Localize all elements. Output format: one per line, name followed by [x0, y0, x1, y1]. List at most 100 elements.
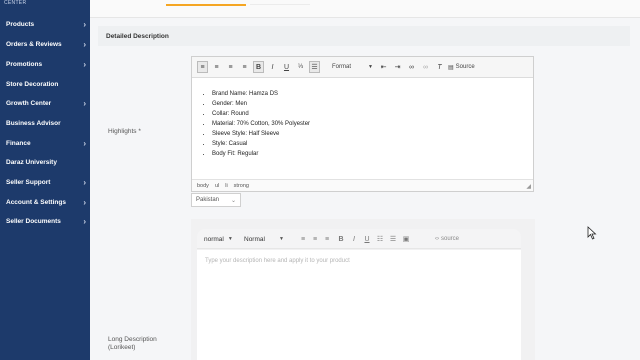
italic-icon[interactable]: I: [267, 61, 278, 73]
source-label: source: [441, 236, 460, 242]
sidebar-item-business-advisor[interactable]: Business Advisor: [0, 115, 90, 131]
unlink-icon[interactable]: ∞: [420, 61, 431, 73]
country-select-value: Pakistan: [196, 197, 220, 203]
chevron-right-icon: ›: [83, 39, 86, 49]
align-left-icon[interactable]: ≡: [197, 61, 208, 73]
style-dropdown-label: normal: [204, 235, 224, 243]
country-select[interactable]: Pakistan ⌄: [191, 193, 241, 207]
chevron-down-icon: ⌄: [230, 197, 236, 204]
source-button[interactable]: ‹› source: [435, 233, 459, 245]
sidebar: CENTER Products › Orders & Reviews › Pro…: [0, 0, 90, 360]
resize-handle-icon[interactable]: ◢: [526, 183, 531, 190]
bullet-list-icon[interactable]: ☰: [388, 233, 398, 245]
chevron-down-icon: ▼: [278, 236, 284, 242]
highlights-label: Highlights *: [108, 128, 141, 135]
section-header: Detailed Description: [98, 26, 630, 46]
sidebar-item-label: Seller Support: [6, 178, 51, 186]
underline-icon[interactable]: U: [362, 233, 372, 245]
section-title: Detailed Description: [106, 32, 169, 40]
italic-icon[interactable]: I: [349, 233, 359, 245]
chevron-right-icon: ›: [83, 197, 86, 207]
sidebar-item-promotions[interactable]: Promotions ›: [0, 56, 90, 72]
format-dropdown-label: Format: [332, 64, 352, 70]
bullet-list-icon[interactable]: ☰: [309, 61, 320, 73]
source-label: Source: [455, 64, 475, 70]
sidebar-item-account-settings[interactable]: Account & Settings ›: [0, 194, 90, 210]
image-icon[interactable]: ▣: [401, 233, 411, 245]
long-description-placeholder: Type your description here and apply it …: [205, 258, 350, 264]
list-item: Body Fit: Regular: [212, 149, 310, 159]
source-button[interactable]: ▤ Source: [448, 61, 475, 73]
outdent-icon[interactable]: ⇤: [378, 61, 389, 73]
sidebar-item-label: Orders & Reviews: [6, 40, 62, 48]
mouse-cursor-icon: [587, 226, 597, 240]
format-dropdown[interactable]: Format ▼: [329, 61, 375, 73]
align-right-icon[interactable]: ≡: [322, 233, 332, 245]
tab-divider: [250, 4, 310, 5]
align-left-icon[interactable]: ≡: [298, 233, 308, 245]
size-dropdown-label: Normal: [244, 235, 265, 243]
sidebar-item-finance[interactable]: Finance ›: [0, 135, 90, 151]
path-item[interactable]: li: [225, 183, 227, 189]
sidebar-item-label: Products: [6, 20, 35, 28]
underline-icon[interactable]: U: [281, 61, 292, 73]
sidebar-item-label: Finance: [6, 139, 31, 147]
remove-format-icon[interactable]: T: [434, 61, 445, 73]
highlights-editor: ≡ ≡ ≡ ≡ B I U ⅓ ☰ Format ▼ ⇤ ⇥ ∞ ∞ T ▤ S…: [191, 56, 534, 192]
long-description-label: Long Description (Lorikeet): [108, 336, 157, 351]
bold-icon[interactable]: B: [253, 61, 264, 73]
list-item: Material: 70% Cotton, 30% Polyester: [212, 119, 310, 129]
chevron-right-icon: ›: [83, 177, 86, 187]
highlights-list: Brand Name: Hamza DS Gender: Men Collar:…: [212, 89, 310, 159]
chevron-right-icon: ›: [83, 59, 86, 69]
brand-label: CENTER: [4, 0, 27, 6]
style-dropdown[interactable]: normal ▼: [204, 233, 233, 245]
path-item[interactable]: strong: [234, 183, 249, 189]
active-tab-indicator: [166, 4, 246, 6]
sidebar-item-label: Daraz University: [6, 158, 57, 166]
sidebar-item-label: Business Advisor: [6, 119, 61, 127]
sidebar-item-label: Seller Documents: [6, 217, 61, 225]
sidebar-item-label: Account & Settings: [6, 198, 66, 206]
indent-icon[interactable]: ⇥: [392, 61, 403, 73]
list-item: Brand Name: Hamza DS: [212, 89, 310, 99]
bold-icon[interactable]: B: [336, 233, 346, 245]
path-item[interactable]: body: [197, 183, 209, 189]
align-right-icon[interactable]: ≡: [225, 61, 236, 73]
ordered-list-icon[interactable]: ⅓: [295, 61, 306, 73]
chevron-down-icon: ▼: [227, 236, 233, 242]
sidebar-item-seller-support[interactable]: Seller Support ›: [0, 174, 90, 190]
sidebar-item-daraz-university[interactable]: Daraz University: [0, 154, 90, 170]
list-item: Collar: Round: [212, 109, 310, 119]
highlights-toolbar: ≡ ≡ ≡ ≡ B I U ⅓ ☰ Format ▼ ⇤ ⇥ ∞ ∞ T ▤ S…: [192, 57, 533, 78]
ordered-list-icon[interactable]: ☷: [375, 233, 385, 245]
element-path-bar: body ul li strong ◢: [192, 179, 533, 191]
size-dropdown[interactable]: Normal ▼: [244, 233, 284, 245]
align-center-icon[interactable]: ≡: [310, 233, 320, 245]
sidebar-item-store-decoration[interactable]: Store Decoration: [0, 76, 90, 92]
long-description-editor: normal ▼ Normal ▼ ≡ ≡ ≡ B I U ☷ ☰ ▣ ‹› s…: [191, 219, 535, 360]
sidebar-item-products[interactable]: Products ›: [0, 16, 90, 32]
link-icon[interactable]: ∞: [406, 61, 417, 73]
main-content: Detailed Description Highlights * ≡ ≡ ≡ …: [90, 0, 640, 360]
sidebar-item-seller-documents[interactable]: Seller Documents ›: [0, 213, 90, 229]
sidebar-item-growth-center[interactable]: Growth Center ›: [0, 95, 90, 111]
align-center-icon[interactable]: ≡: [211, 61, 222, 73]
code-icon: ‹›: [435, 236, 439, 242]
chevron-right-icon: ›: [83, 138, 86, 148]
align-justify-icon[interactable]: ≡: [239, 61, 250, 73]
list-item: Style: Casual: [212, 139, 310, 149]
list-item: Sleeve Style: Half Sleeve: [212, 129, 310, 139]
sidebar-item-label: Growth Center: [6, 99, 52, 107]
chevron-right-icon: ›: [83, 98, 86, 108]
top-tabs-bar: [90, 0, 640, 18]
long-description-input[interactable]: Type your description here and apply it …: [197, 250, 521, 360]
chevron-down-icon: ▼: [368, 64, 373, 70]
sidebar-item-orders-reviews[interactable]: Orders & Reviews ›: [0, 36, 90, 52]
sidebar-item-label: Store Decoration: [6, 80, 59, 88]
app-root: CENTER Products › Orders & Reviews › Pro…: [0, 0, 640, 360]
path-item[interactable]: ul: [215, 183, 219, 189]
chevron-right-icon: ›: [83, 216, 86, 226]
highlights-content[interactable]: Brand Name: Hamza DS Gender: Men Collar:…: [192, 79, 533, 179]
chevron-right-icon: ›: [83, 19, 86, 29]
